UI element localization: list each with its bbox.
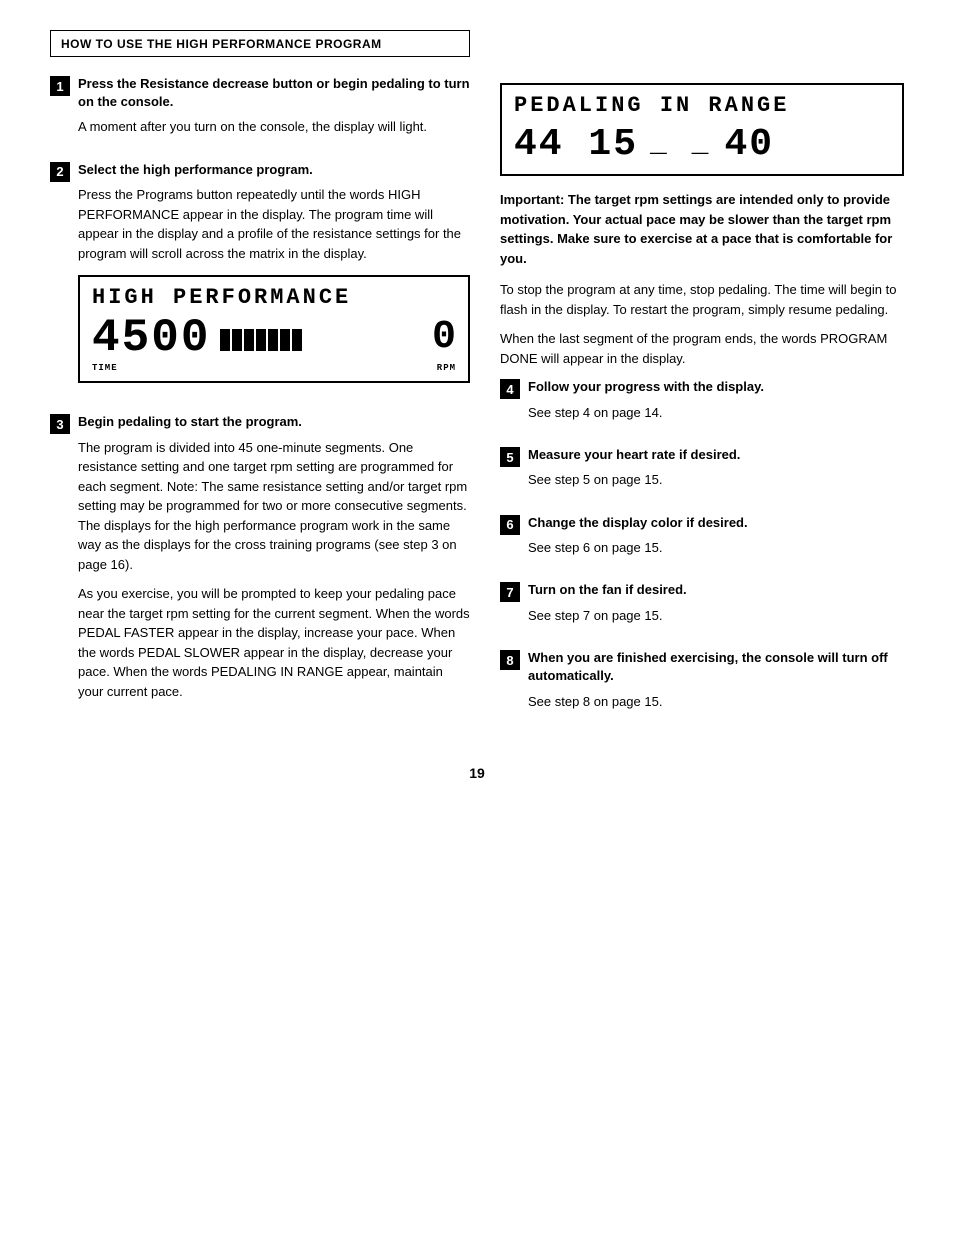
done-paragraph: When the last segment of the program end…: [500, 329, 904, 368]
step-5-content: Measure your heart rate if desired. See …: [528, 446, 904, 500]
step-7-content: Turn on the fan if desired. See step 7 o…: [528, 581, 904, 635]
step-3-title: Begin pedaling to start the program.: [78, 413, 470, 431]
important-text: Important: The target rpm settings are i…: [500, 190, 904, 268]
step-7-body: See step 7 on page 15.: [528, 606, 904, 626]
header-title: HOW TO USE THE HIGH PERFORMANCE PROGRAM: [61, 37, 382, 51]
step-8-body: See step 8 on page 15.: [528, 692, 904, 712]
step-1-block: 1 Press the Resistance decrease button o…: [50, 75, 470, 147]
display-bars: [220, 329, 302, 351]
pedaling-display-top: PEDALING IN RANGE: [514, 93, 890, 119]
bar-2: [232, 329, 242, 351]
step-1-content: Press the Resistance decrease button or …: [78, 75, 470, 147]
page: HOW TO USE THE HIGH PERFORMANCE PROGRAM …: [0, 0, 954, 1235]
pedaling-display-bottom: 44 15 _ _ 40: [514, 123, 890, 166]
pedaling-in-range-display: PEDALING IN RANGE 44 15 _ _ 40: [500, 83, 904, 176]
bar-6: [280, 329, 290, 351]
pedaling-numbers-right: 40: [724, 123, 774, 166]
step-7-block: 7 Turn on the fan if desired. See step 7…: [500, 581, 904, 635]
step-6-content: Change the display color if desired. See…: [528, 514, 904, 568]
step-3-body1: The program is divided into 45 one-minut…: [78, 438, 470, 575]
time-label: TIME: [92, 363, 118, 373]
display-labels: TIME RPM: [92, 363, 456, 373]
display-rpm-value: 0: [432, 318, 456, 358]
display-numbers: 4500: [92, 315, 210, 361]
step-5-number: 5: [500, 447, 520, 467]
step-6-body: See step 6 on page 15.: [528, 538, 904, 558]
high-performance-display: HIGH PERFORMANCE 4500: [78, 275, 470, 383]
step-4-title: Follow your progress with the display.: [528, 378, 904, 396]
step-5-body: See step 5 on page 15.: [528, 470, 904, 490]
step-4-body: See step 4 on page 14.: [528, 403, 904, 423]
bar-1: [220, 329, 230, 351]
step-2-content: Select the high performance program. Pre…: [78, 161, 470, 400]
step-6-number: 6: [500, 515, 520, 535]
step-6-title: Change the display color if desired.: [528, 514, 904, 532]
stop-paragraph: To stop the program at any time, stop pe…: [500, 280, 904, 319]
step-7-title: Turn on the fan if desired.: [528, 581, 904, 599]
step-8-block: 8 When you are finished exercising, the …: [500, 649, 904, 721]
left-column: 1 Press the Resistance decrease button o…: [50, 75, 470, 735]
page-number: 19: [50, 765, 904, 781]
step-2-title: Select the high performance program.: [78, 161, 470, 179]
header-bar: HOW TO USE THE HIGH PERFORMANCE PROGRAM: [50, 30, 470, 57]
step-5-block: 5 Measure your heart rate if desired. Se…: [500, 446, 904, 500]
step-6-block: 6 Change the display color if desired. S…: [500, 514, 904, 568]
step-1-body: A moment after you turn on the console, …: [78, 117, 470, 137]
bar-4: [256, 329, 266, 351]
pedaling-dots: _ _: [650, 129, 712, 160]
step-4-block: 4 Follow your progress with the display.…: [500, 378, 904, 432]
step-3-content: Begin pedaling to start the program. The…: [78, 413, 470, 711]
bar-7: [292, 329, 302, 351]
pedaling-numbers-left: 44 15: [514, 123, 638, 166]
step-5-title: Measure your heart rate if desired.: [528, 446, 904, 464]
step-7-number: 7: [500, 582, 520, 602]
bar-3: [244, 329, 254, 351]
bar-5: [268, 329, 278, 351]
display-top-text: HIGH PERFORMANCE: [92, 285, 456, 311]
step-4-content: Follow your progress with the display. S…: [528, 378, 904, 432]
step-8-title: When you are finished exercising, the co…: [528, 649, 904, 685]
step-8-content: When you are finished exercising, the co…: [528, 649, 904, 721]
rpm-label: RPM: [437, 363, 456, 373]
step-2-block: 2 Select the high performance program. P…: [50, 161, 470, 400]
step-8-number: 8: [500, 650, 520, 670]
right-column: PEDALING IN RANGE 44 15 _ _ 40 Important…: [500, 75, 904, 735]
step-1-number: 1: [50, 76, 70, 96]
step-2-body: Press the Programs button repeatedly unt…: [78, 185, 470, 263]
step-4-number: 4: [500, 379, 520, 399]
pedaling-text: PEDALING IN RANGE: [514, 93, 789, 118]
step-3-block: 3 Begin pedaling to start the program. T…: [50, 413, 470, 711]
step-2-number: 2: [50, 162, 70, 182]
step-1-title: Press the Resistance decrease button or …: [78, 75, 470, 111]
content-columns: 1 Press the Resistance decrease button o…: [50, 75, 904, 735]
step-3-body2: As you exercise, you will be prompted to…: [78, 584, 470, 701]
step-3-number: 3: [50, 414, 70, 434]
display-bottom-row: 4500 0: [92, 315, 456, 361]
